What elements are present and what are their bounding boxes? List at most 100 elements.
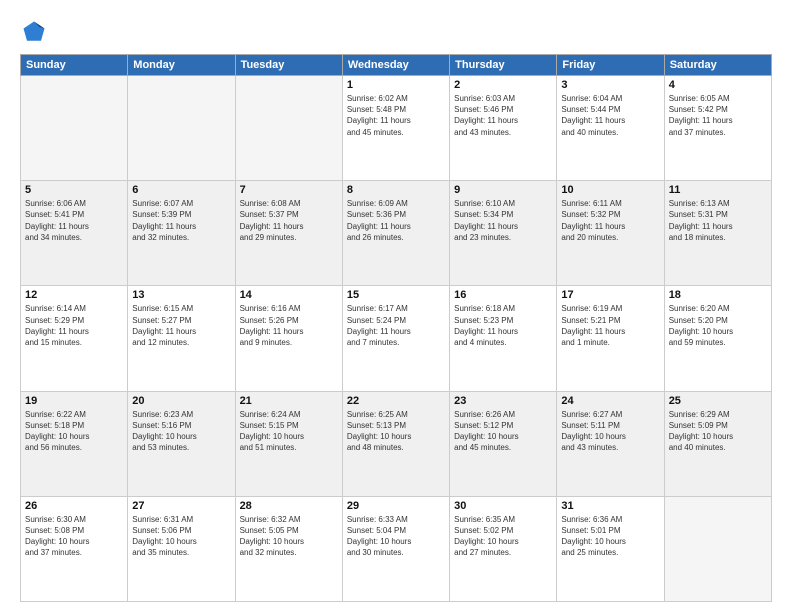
calendar-cell: 14 Sunrise: 6:16 AM Sunset: 5:26 PM Dayli… xyxy=(235,286,342,391)
day-info: Sunrise: 6:09 AM Sunset: 5:36 PM Dayligh… xyxy=(347,198,445,243)
weekday-header-row: SundayMondayTuesdayWednesdayThursdayFrid… xyxy=(21,55,772,76)
calendar-cell xyxy=(21,76,128,181)
day-info: Sunrise: 6:13 AM Sunset: 5:31 PM Dayligh… xyxy=(669,198,767,243)
day-number: 25 xyxy=(669,395,767,407)
day-number: 23 xyxy=(454,395,552,407)
calendar-cell: 27 Sunrise: 6:31 AM Sunset: 5:06 PM Dayli… xyxy=(128,496,235,601)
day-info: Sunrise: 6:02 AM Sunset: 5:48 PM Dayligh… xyxy=(347,93,445,138)
day-info: Sunrise: 6:03 AM Sunset: 5:46 PM Dayligh… xyxy=(454,93,552,138)
day-number: 19 xyxy=(25,395,123,407)
day-number: 2 xyxy=(454,79,552,91)
calendar-cell: 26Sunrise: 6:30 AM Sunset: 5:08 PM Dayli… xyxy=(21,496,128,601)
calendar-cell: 5Sunrise: 6:06 AM Sunset: 5:41 PM Daylig… xyxy=(21,181,128,286)
calendar-cell: 3 Sunrise: 6:04 AM Sunset: 5:44 PM Daylig… xyxy=(557,76,664,181)
calendar-cell xyxy=(235,76,342,181)
day-number: 6 xyxy=(132,184,230,196)
calendar-cell: 25 Sunrise: 6:29 AM Sunset: 5:09 PM Dayli… xyxy=(664,391,771,496)
weekday-header-tuesday: Tuesday xyxy=(235,55,342,76)
logo-icon xyxy=(20,18,48,46)
weekday-header-sunday: Sunday xyxy=(21,55,128,76)
logo xyxy=(20,18,52,46)
day-info: Sunrise: 6:04 AM Sunset: 5:44 PM Dayligh… xyxy=(561,93,659,138)
day-number: 20 xyxy=(132,395,230,407)
calendar-cell: 7 Sunrise: 6:08 AM Sunset: 5:37 PM Daylig… xyxy=(235,181,342,286)
day-info: Sunrise: 6:07 AM Sunset: 5:39 PM Dayligh… xyxy=(132,198,230,243)
day-info: Sunrise: 6:25 AM Sunset: 5:13 PM Dayligh… xyxy=(347,409,445,454)
calendar-cell: 22 Sunrise: 6:25 AM Sunset: 5:13 PM Dayli… xyxy=(342,391,449,496)
calendar-cell: 11 Sunrise: 6:13 AM Sunset: 5:31 PM Dayli… xyxy=(664,181,771,286)
weekday-header-monday: Monday xyxy=(128,55,235,76)
calendar-cell: 16Sunrise: 6:18 AM Sunset: 5:23 PM Dayli… xyxy=(450,286,557,391)
day-number: 1 xyxy=(347,79,445,91)
day-number: 24 xyxy=(561,395,659,407)
day-info: Sunrise: 6:19 AM Sunset: 5:21 PM Dayligh… xyxy=(561,303,659,348)
day-info: Sunrise: 6:11 AM Sunset: 5:32 PM Dayligh… xyxy=(561,198,659,243)
day-number: 28 xyxy=(240,500,338,512)
day-info: Sunrise: 6:26 AM Sunset: 5:12 PM Dayligh… xyxy=(454,409,552,454)
day-info: Sunrise: 6:10 AM Sunset: 5:34 PM Dayligh… xyxy=(454,198,552,243)
calendar-week-row: 12 Sunrise: 6:14 AM Sunset: 5:29 PM Dayli… xyxy=(21,286,772,391)
weekday-header-wednesday: Wednesday xyxy=(342,55,449,76)
page: SundayMondayTuesdayWednesdayThursdayFrid… xyxy=(0,0,792,612)
calendar-cell: 1 Sunrise: 6:02 AM Sunset: 5:48 PM Daylig… xyxy=(342,76,449,181)
calendar-cell: 21 Sunrise: 6:24 AM Sunset: 5:15 PM Dayli… xyxy=(235,391,342,496)
day-info: Sunrise: 6:14 AM Sunset: 5:29 PM Dayligh… xyxy=(25,303,123,348)
day-info: Sunrise: 6:17 AM Sunset: 5:24 PM Dayligh… xyxy=(347,303,445,348)
calendar-cell: 15 Sunrise: 6:17 AM Sunset: 5:24 PM Dayli… xyxy=(342,286,449,391)
day-number: 4 xyxy=(669,79,767,91)
day-info: Sunrise: 6:36 AM Sunset: 5:01 PM Dayligh… xyxy=(561,514,659,559)
calendar-table: SundayMondayTuesdayWednesdayThursdayFrid… xyxy=(20,54,772,602)
day-info: Sunrise: 6:06 AM Sunset: 5:41 PM Dayligh… xyxy=(25,198,123,243)
day-number: 21 xyxy=(240,395,338,407)
calendar-week-row: 19 Sunrise: 6:22 AM Sunset: 5:18 PM Dayli… xyxy=(21,391,772,496)
day-number: 22 xyxy=(347,395,445,407)
weekday-header-thursday: Thursday xyxy=(450,55,557,76)
calendar-cell: 20 Sunrise: 6:23 AM Sunset: 5:16 PM Dayli… xyxy=(128,391,235,496)
day-info: Sunrise: 6:33 AM Sunset: 5:04 PM Dayligh… xyxy=(347,514,445,559)
day-info: Sunrise: 6:22 AM Sunset: 5:18 PM Dayligh… xyxy=(25,409,123,454)
day-number: 10 xyxy=(561,184,659,196)
day-number: 3 xyxy=(561,79,659,91)
calendar-cell: 18Sunrise: 6:20 AM Sunset: 5:20 PM Dayli… xyxy=(664,286,771,391)
calendar-cell: 23 Sunrise: 6:26 AM Sunset: 5:12 PM Dayli… xyxy=(450,391,557,496)
day-info: Sunrise: 6:08 AM Sunset: 5:37 PM Dayligh… xyxy=(240,198,338,243)
day-number: 15 xyxy=(347,289,445,301)
day-number: 13 xyxy=(132,289,230,301)
calendar-cell: 2 Sunrise: 6:03 AM Sunset: 5:46 PM Daylig… xyxy=(450,76,557,181)
day-number: 29 xyxy=(347,500,445,512)
calendar-cell: 31 Sunrise: 6:36 AM Sunset: 5:01 PM Dayli… xyxy=(557,496,664,601)
day-number: 12 xyxy=(25,289,123,301)
day-info: Sunrise: 6:29 AM Sunset: 5:09 PM Dayligh… xyxy=(669,409,767,454)
day-info: Sunrise: 6:23 AM Sunset: 5:16 PM Dayligh… xyxy=(132,409,230,454)
day-info: Sunrise: 6:05 AM Sunset: 5:42 PM Dayligh… xyxy=(669,93,767,138)
day-number: 30 xyxy=(454,500,552,512)
day-number: 14 xyxy=(240,289,338,301)
day-number: 7 xyxy=(240,184,338,196)
day-number: 8 xyxy=(347,184,445,196)
calendar-cell: 28 Sunrise: 6:32 AM Sunset: 5:05 PM Dayli… xyxy=(235,496,342,601)
weekday-header-friday: Friday xyxy=(557,55,664,76)
day-number: 31 xyxy=(561,500,659,512)
calendar-cell: 6 Sunrise: 6:07 AM Sunset: 5:39 PM Daylig… xyxy=(128,181,235,286)
day-number: 9 xyxy=(454,184,552,196)
day-info: Sunrise: 6:35 AM Sunset: 5:02 PM Dayligh… xyxy=(454,514,552,559)
day-number: 11 xyxy=(669,184,767,196)
day-info: Sunrise: 6:18 AM Sunset: 5:23 PM Dayligh… xyxy=(454,303,552,348)
day-info: Sunrise: 6:30 AM Sunset: 5:08 PM Dayligh… xyxy=(25,514,123,559)
calendar-week-row: 1 Sunrise: 6:02 AM Sunset: 5:48 PM Daylig… xyxy=(21,76,772,181)
day-info: Sunrise: 6:32 AM Sunset: 5:05 PM Dayligh… xyxy=(240,514,338,559)
calendar-cell: 12 Sunrise: 6:14 AM Sunset: 5:29 PM Dayli… xyxy=(21,286,128,391)
day-number: 17 xyxy=(561,289,659,301)
calendar-cell: 9 Sunrise: 6:10 AM Sunset: 5:34 PM Daylig… xyxy=(450,181,557,286)
calendar-cell: 24Sunrise: 6:27 AM Sunset: 5:11 PM Dayli… xyxy=(557,391,664,496)
day-info: Sunrise: 6:20 AM Sunset: 5:20 PM Dayligh… xyxy=(669,303,767,348)
day-info: Sunrise: 6:31 AM Sunset: 5:06 PM Dayligh… xyxy=(132,514,230,559)
day-info: Sunrise: 6:24 AM Sunset: 5:15 PM Dayligh… xyxy=(240,409,338,454)
day-info: Sunrise: 6:15 AM Sunset: 5:27 PM Dayligh… xyxy=(132,303,230,348)
calendar-cell: 29 Sunrise: 6:33 AM Sunset: 5:04 PM Dayli… xyxy=(342,496,449,601)
calendar-cell: 30 Sunrise: 6:35 AM Sunset: 5:02 PM Dayli… xyxy=(450,496,557,601)
day-info: Sunrise: 6:16 AM Sunset: 5:26 PM Dayligh… xyxy=(240,303,338,348)
calendar-cell: 8 Sunrise: 6:09 AM Sunset: 5:36 PM Daylig… xyxy=(342,181,449,286)
calendar-cell: 10 Sunrise: 6:11 AM Sunset: 5:32 PM Dayli… xyxy=(557,181,664,286)
day-number: 27 xyxy=(132,500,230,512)
